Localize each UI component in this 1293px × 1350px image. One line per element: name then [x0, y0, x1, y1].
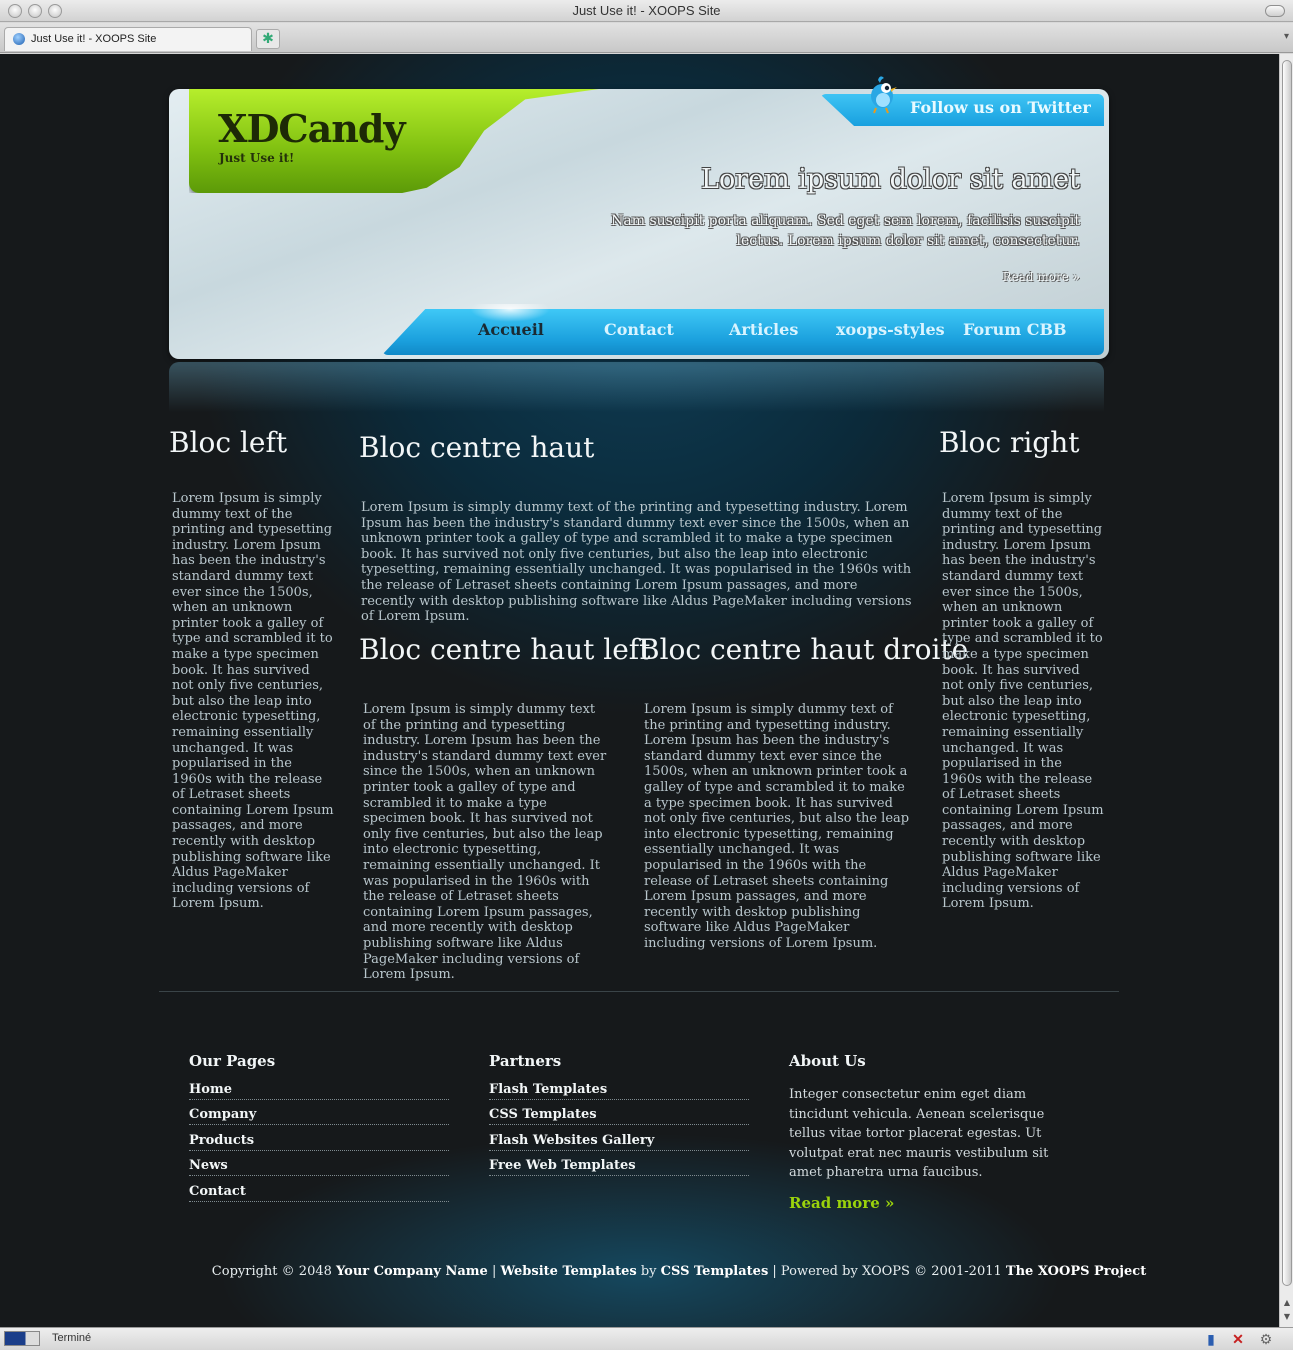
nav-item-xoops-styles[interactable]: xoops-styles [836, 320, 945, 339]
footer-link-company[interactable]: Company [189, 1107, 449, 1125]
footer-link-flash-templates[interactable]: Flash Templates [489, 1082, 749, 1100]
footer-link-news[interactable]: News [189, 1158, 449, 1176]
hero-title: Lorem ipsum dolor sit amet [701, 164, 1080, 195]
bloc-right-title: Bloc right [939, 426, 1080, 459]
gear-icon[interactable]: ⚙ [1258, 1331, 1274, 1347]
footer-divider [159, 991, 1119, 992]
minimize-window-button[interactable] [28, 4, 42, 18]
bird-icon[interactable] [866, 74, 898, 114]
nav-item-forum-cbb[interactable]: Forum CBB [963, 320, 1067, 339]
copyright-by: by [636, 1264, 661, 1279]
twitter-link[interactable]: Follow us on Twitter [910, 98, 1091, 117]
bloc-centre-text: Lorem Ipsum is simply dummy text of the … [361, 500, 912, 625]
copyright-line: Copyright © 2048 Your Company Name | Web… [170, 1264, 1188, 1279]
footer-link-css-templates[interactable]: CSS Templates [489, 1107, 749, 1125]
tab-label: Just Use it! - XOOPS Site [31, 33, 157, 45]
flag-icon[interactable] [4, 1331, 40, 1346]
footer-link-flash-gallery[interactable]: Flash Websites Gallery [489, 1133, 749, 1151]
nav-item-articles[interactable]: Articles [729, 320, 798, 339]
footer-link-products[interactable]: Products [189, 1133, 449, 1151]
footer-read-more-link[interactable]: Read more » [789, 1194, 894, 1212]
window-title: Just Use it! - XOOPS Site [572, 3, 721, 18]
vertical-scrollbar[interactable]: ▲ ▼ [1279, 54, 1293, 1327]
footer-about-text: Integer consectetur enim eget diam tinci… [789, 1087, 1049, 1180]
tab-scroll-icon[interactable]: ▾ [1284, 31, 1289, 42]
tab-bar: Just Use it! - XOOPS Site ✱ ▾ [0, 23, 1293, 53]
xoops-project-link[interactable]: The XOOPS Project [1006, 1264, 1146, 1279]
bloc-centre-left-text: Lorem Ipsum is simply dummy text of the … [363, 702, 607, 983]
bloc-centre-left-title: Bloc centre haut left [359, 633, 651, 666]
header-reflection [169, 362, 1104, 412]
scrollbar-thumb[interactable] [1282, 60, 1292, 1286]
new-tab-button[interactable]: ✱ [256, 29, 280, 49]
copyright-powered: | Powered by XOOPS © 2001-2011 [768, 1264, 1006, 1279]
close-window-button[interactable] [8, 4, 22, 18]
scroll-up-icon[interactable]: ▲ [1281, 1298, 1293, 1307]
website-templates-link[interactable]: Website Templates [500, 1264, 636, 1279]
window-titlebar: Just Use it! - XOOPS Site [0, 0, 1293, 22]
bloc-centre-title: Bloc centre haut [359, 431, 595, 464]
new-tab-icon: ✱ [262, 31, 274, 47]
toolbar-toggle-button[interactable] [1265, 5, 1285, 17]
bloc-left-title: Bloc left [169, 426, 288, 459]
footer-about-title: About Us [789, 1052, 866, 1070]
hero-text: Nam suscipit porta aliquam. Sed eget sem… [611, 213, 1080, 249]
web-page: XDCandy Just Use it! Follow us on Twitte… [0, 54, 1279, 1327]
site-slogan: Just Use it! [219, 151, 295, 165]
scroll-down-icon[interactable]: ▼ [1281, 1312, 1293, 1321]
bloc-centre-right-title: Bloc centre haut droite [639, 633, 969, 666]
copyright-separator: | [487, 1264, 501, 1279]
copyright-prefix: Copyright © 2048 [211, 1264, 337, 1279]
footer-link-contact[interactable]: Contact [189, 1184, 449, 1202]
flag-icon[interactable]: ▮ [1203, 1331, 1219, 1347]
status-text: Terminé [52, 1332, 92, 1344]
footer-link-free-web-templates[interactable]: Free Web Templates [489, 1158, 749, 1176]
nav-item-contact[interactable]: Contact [604, 320, 674, 339]
footer-link-home[interactable]: Home [189, 1082, 449, 1100]
css-templates-link[interactable]: CSS Templates [661, 1264, 769, 1279]
footer-pages-title: Our Pages [189, 1052, 276, 1070]
zoom-window-button[interactable] [48, 4, 62, 18]
tab-active[interactable]: Just Use it! - XOOPS Site [4, 27, 252, 51]
globe-favicon-icon [13, 33, 25, 45]
nav-item-accueil[interactable]: Accueil [478, 320, 544, 339]
bloc-centre-right-text: Lorem Ipsum is simply dummy text of the … [644, 702, 910, 951]
footer-partners-title: Partners [489, 1052, 562, 1070]
close-icon[interactable]: ✕ [1230, 1331, 1246, 1347]
hero-read-more-link[interactable]: Read more » [940, 270, 1080, 284]
company-name-link[interactable]: Your Company Name [336, 1264, 488, 1279]
site-logo[interactable]: XDCandy [218, 106, 406, 151]
bloc-right-text: Lorem Ipsum is simply dummy text of the … [942, 491, 1104, 912]
status-bar: Terminé ▮ ✕ ⚙ [0, 1327, 1293, 1350]
bloc-left-text: Lorem Ipsum is simply dummy text of the … [172, 491, 334, 912]
